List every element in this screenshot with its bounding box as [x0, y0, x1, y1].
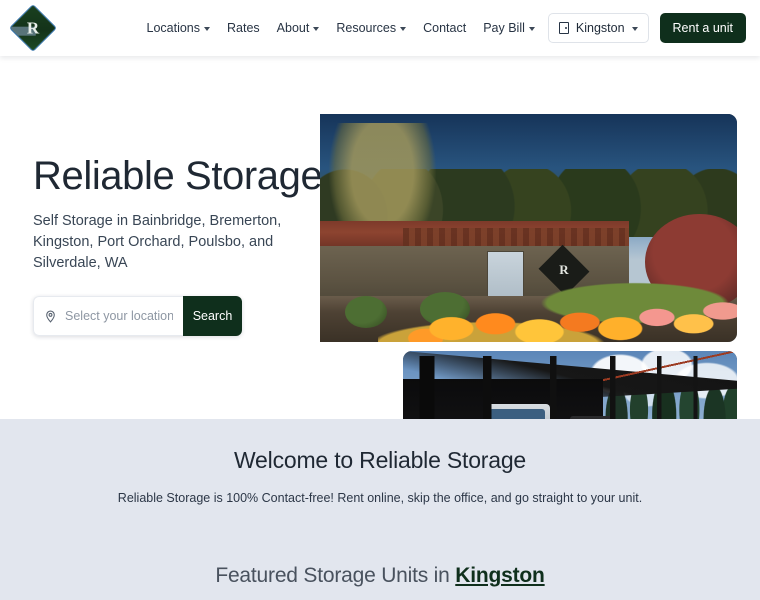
featured-city-link[interactable]: Kingston — [455, 564, 545, 587]
nav-item-resources[interactable]: Resources — [336, 20, 407, 35]
rv-photo-support-posts — [403, 356, 737, 419]
diamond-logo-icon — [8, 3, 58, 53]
featured-units-heading: Featured Storage Units in Kingston — [0, 564, 760, 588]
welcome-section: Welcome to Reliable Storage Reliable Sto… — [0, 419, 760, 600]
top-navigation-bar: Locations Rates About Resources Contact … — [0, 0, 760, 56]
chevron-down-icon — [400, 27, 407, 31]
nav-item-contact-label: Contact — [423, 20, 467, 35]
nav-item-about[interactable]: About — [277, 22, 320, 35]
featured-units-prefix: Featured Storage Units in — [215, 564, 456, 587]
chevron-down-icon — [528, 27, 535, 31]
photo-flower-bed — [378, 271, 737, 342]
chevron-down-icon — [631, 27, 638, 31]
nav-item-locations[interactable]: Locations — [147, 22, 211, 35]
welcome-subtext: Reliable Storage is 100% Contact-free! R… — [117, 491, 643, 505]
chevron-down-icon — [204, 27, 211, 31]
site-logo[interactable] — [8, 3, 58, 53]
nav-item-rates[interactable]: Rates — [227, 22, 260, 35]
location-search-form: Search — [33, 296, 242, 337]
nav-item-pay-bill-label: Pay Bill — [483, 20, 525, 35]
hero-photo-rv-storage — [403, 351, 737, 419]
welcome-heading: Welcome to Reliable Storage — [233, 447, 527, 473]
hero-section: Reliable Storage Self Storage in Bainbri… — [0, 56, 760, 419]
nav-item-contact[interactable]: Contact — [423, 22, 466, 35]
search-input[interactable] — [65, 309, 173, 324]
location-selector-value: Kingston — [575, 21, 625, 35]
nav-item-about-label: About — [276, 20, 310, 35]
hero-photo-office — [320, 114, 737, 342]
location-selector[interactable]: Kingston — [547, 13, 649, 43]
search-field-wrap[interactable] — [33, 296, 183, 337]
search-button[interactable]: Search — [183, 296, 242, 337]
nav-item-pay-bill[interactable]: Pay Bill — [483, 22, 535, 35]
building-icon — [558, 22, 569, 34]
chevron-down-icon — [313, 27, 320, 31]
nav-item-rates-label: Rates — [227, 20, 260, 35]
primary-menu: Locations Rates About Resources Contact … — [147, 22, 535, 35]
nav-item-locations-label: Locations — [146, 20, 201, 35]
page-title: Reliable Storage — [33, 154, 323, 198]
map-pin-icon — [46, 310, 55, 323]
nav-item-resources-label: Resources — [336, 20, 397, 35]
rent-a-unit-button[interactable]: Rent a unit — [659, 13, 746, 43]
hero-subtitle: Self Storage in Bainbridge, Bremerton, K… — [33, 213, 282, 272]
hero-copy: Reliable Storage Self Storage in Bainbri… — [33, 154, 323, 337]
